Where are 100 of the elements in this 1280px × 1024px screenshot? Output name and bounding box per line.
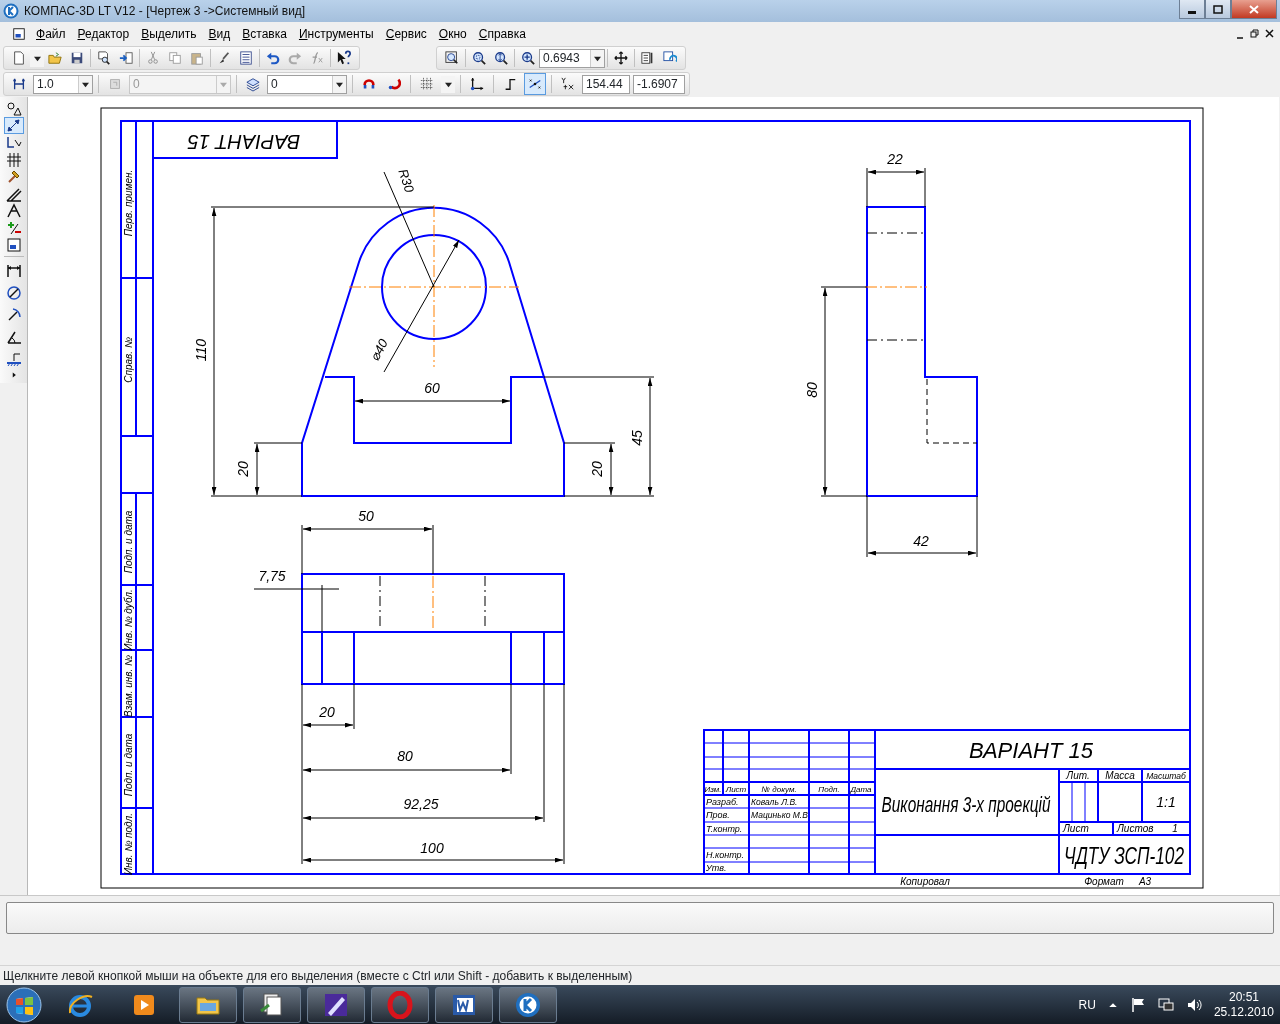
caret-icon[interactable] xyxy=(82,80,89,88)
menu-item[interactable]: Справка xyxy=(472,24,532,43)
menu-item[interactable]: Сервис xyxy=(379,24,433,43)
grid-icon xyxy=(420,76,434,92)
dimension-label: 42 xyxy=(913,533,929,549)
dimension-label: 60 xyxy=(424,380,440,396)
menu-item[interactable]: Окно xyxy=(432,24,473,43)
clock-time[interactable]: 20:51 xyxy=(1228,989,1259,1005)
coordinates-icon xyxy=(561,76,575,92)
sheet-icon xyxy=(641,50,655,66)
extension-line xyxy=(301,524,303,575)
maximize-icon xyxy=(1210,3,1226,17)
redo-icon xyxy=(288,50,302,66)
menu-item[interactable]: Инструменты xyxy=(292,24,380,43)
kompas-taskbar-icon[interactable] xyxy=(499,986,557,1023)
dimension-label: 20 xyxy=(319,704,335,720)
new-document-icon xyxy=(12,50,26,66)
cut-icon xyxy=(146,50,160,66)
help-icon xyxy=(337,50,351,66)
stamp-label: Инв. № подл. xyxy=(123,812,134,876)
copy-icon xyxy=(168,50,182,66)
column-header: Лит. xyxy=(1066,770,1090,781)
maximize-button[interactable] xyxy=(1205,0,1231,19)
function-icon xyxy=(310,50,324,66)
dimension-label: 92,25 xyxy=(403,796,439,812)
stamp-label: Перв. примен. xyxy=(123,169,134,237)
caret-icon[interactable] xyxy=(336,80,343,88)
print-preview-icon xyxy=(97,50,111,66)
dimensions-button[interactable] xyxy=(3,117,24,134)
extension-line xyxy=(432,524,434,575)
line-width-icon xyxy=(12,76,26,92)
center-line xyxy=(864,286,928,288)
caret-icon[interactable] xyxy=(444,80,452,88)
stamp-label: Взам. инв. № xyxy=(123,655,134,717)
minimize-button[interactable] xyxy=(1179,0,1205,19)
minimize-icon xyxy=(1188,11,1196,15)
folder-taskbar-icon[interactable] xyxy=(179,986,237,1023)
line-width-field[interactable]: 1.0 xyxy=(33,74,93,94)
sheets-count: 1 xyxy=(1172,823,1178,834)
x-coordinate-field[interactable]: 154.44 xyxy=(582,74,630,94)
stamp-label: Инв. № дубл. xyxy=(123,589,134,651)
dimension-label: 45 xyxy=(629,430,645,446)
language-indicator[interactable]: RU xyxy=(1078,995,1096,1014)
menu-item[interactable]: Вид xyxy=(202,24,237,43)
extension-line xyxy=(253,442,303,444)
undo-icon xyxy=(266,50,280,66)
dimension-label: ⌀40 xyxy=(367,336,391,364)
format-value: А3 xyxy=(1138,876,1152,887)
close-button[interactable] xyxy=(1231,0,1277,19)
list-icon xyxy=(239,50,253,66)
save-icon xyxy=(70,50,84,66)
close-document-icon[interactable] xyxy=(1265,28,1274,39)
angle-dimension-icon xyxy=(5,329,22,345)
round-snap-icon xyxy=(528,76,542,92)
signer-name: Коваль Л.В. xyxy=(751,797,798,807)
opera-taskbar-icon[interactable] xyxy=(371,986,429,1023)
dimension-label: 7,75 xyxy=(258,568,286,584)
dimension-line xyxy=(302,722,354,728)
extension-line xyxy=(820,286,868,288)
signer-name: Мацинько М.В xyxy=(751,810,808,820)
center-line xyxy=(432,575,434,631)
symbols-icon xyxy=(5,134,22,151)
open-folder-icon xyxy=(48,50,62,66)
stamp-label: Подп. и дата xyxy=(123,510,134,574)
word-taskbar-icon[interactable] xyxy=(435,986,493,1023)
menu-item[interactable]: Редактор xyxy=(71,24,136,43)
zoom-fit-icon xyxy=(494,50,508,66)
menu-item[interactable]: Вставка xyxy=(236,24,293,43)
menu-item[interactable]: Файл xyxy=(30,24,72,43)
menu-item[interactable]: Выделить xyxy=(135,24,203,43)
column-header: Изм. xyxy=(704,785,722,794)
hidden-line xyxy=(866,339,926,341)
caret-icon[interactable] xyxy=(594,54,601,62)
clock-date[interactable]: 25.12.2010 xyxy=(1213,1004,1274,1020)
copied-label: Копировал xyxy=(900,876,950,887)
scale-value: 1:1 xyxy=(1156,794,1176,810)
sheet-label: Лист xyxy=(1063,823,1089,834)
restore-document-icon[interactable] xyxy=(1250,28,1259,39)
caret-icon[interactable] xyxy=(33,54,41,62)
geometry-icon xyxy=(5,100,22,117)
hidden-line xyxy=(926,378,978,444)
column-header: Дата xyxy=(850,785,872,794)
layer-field[interactable]: 0 xyxy=(267,74,347,94)
y-coordinate-field[interactable]: -1.6907 xyxy=(633,74,685,94)
start-button[interactable] xyxy=(6,986,42,1023)
round-snap-button[interactable] xyxy=(524,73,546,95)
column-header: Подп. xyxy=(818,785,840,794)
export-icon xyxy=(119,50,133,66)
pen-taskbar-icon[interactable] xyxy=(307,986,365,1023)
corner-stamp-text: ВАРІАНТ 15 xyxy=(187,130,301,153)
diameter-dimension-icon xyxy=(5,285,22,301)
flag-icon xyxy=(1129,996,1146,1013)
app-logo-icon xyxy=(3,3,19,19)
drawing-title: Виконання 3-х проекцій xyxy=(881,792,1051,817)
dimension-label: 20 xyxy=(235,461,251,477)
column-header: Лист xyxy=(725,785,747,794)
dimension-label: 110 xyxy=(193,338,209,362)
dimension-label: 80 xyxy=(804,382,820,398)
zoom-field[interactable]: 0.6943 xyxy=(539,48,605,68)
zoom-frame-icon xyxy=(472,50,486,66)
